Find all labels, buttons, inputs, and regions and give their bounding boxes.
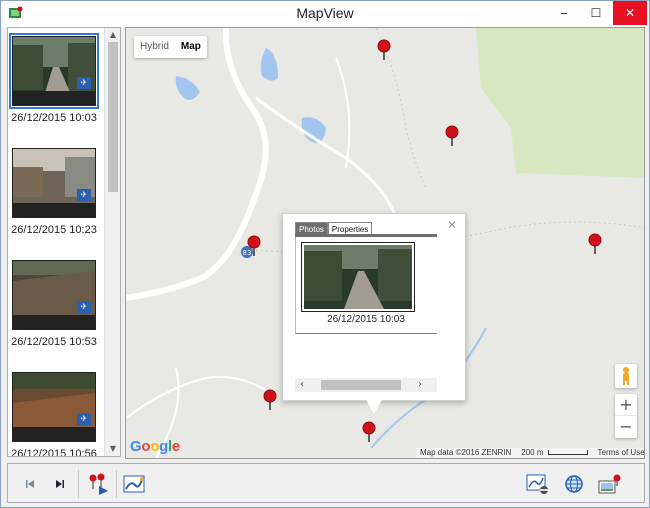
- gps-tag-icon: ✈: [77, 189, 91, 201]
- skip-first-icon: [26, 480, 34, 488]
- export-map-button[interactable]: [598, 472, 622, 496]
- scroll-right-arrow-icon[interactable]: ›: [413, 378, 427, 392]
- route-markers-play-icon: [89, 473, 108, 495]
- globe-icon: [565, 475, 583, 493]
- toolbar-separator: [78, 470, 79, 498]
- google-logo: Google: [130, 438, 180, 455]
- thumbnail-item[interactable]: ✈ 26/12/2015 10:53: [11, 260, 97, 348]
- scroll-up-arrow-icon[interactable]: ▲: [105, 28, 120, 42]
- minimize-button[interactable]: ‒: [549, 1, 579, 25]
- scrollbar-thumb[interactable]: [321, 380, 401, 390]
- bottom-toolbar: [7, 463, 645, 503]
- thumbnail-timestamp: 26/12/2015 10:23: [11, 224, 97, 236]
- mapview-window: MapView ‒ ☐ ✕ ✈ 26/12/2015 10:03 ✈ 26/12…: [0, 0, 650, 508]
- first-photo-button[interactable]: [18, 472, 42, 496]
- gps-tag-icon: ✈: [77, 413, 91, 425]
- title-bar: MapView ‒ ☐ ✕: [1, 1, 649, 27]
- thumbnail-item[interactable]: ✈ 26/12/2015 10:56: [11, 372, 97, 456]
- play-route-button[interactable]: [86, 472, 110, 496]
- popup-horizontal-scrollbar[interactable]: ‹ ›: [295, 378, 437, 392]
- map-wrench-icon: [526, 474, 548, 494]
- scroll-left-arrow-icon[interactable]: ‹: [295, 378, 309, 392]
- thumbnail-item[interactable]: ✈ 26/12/2015 10:23: [11, 148, 97, 236]
- popup-close-icon[interactable]: ✕: [447, 218, 457, 232]
- map-type-hybrid-button[interactable]: Hybrid: [134, 36, 175, 58]
- popup-pointer: [366, 400, 382, 414]
- toolbar-separator: [116, 470, 117, 498]
- thumbnail-list: ✈ 26/12/2015 10:03 ✈ 26/12/2015 10:23 ✈ …: [7, 27, 121, 457]
- maximize-button[interactable]: ☐: [581, 1, 611, 25]
- gps-settings-button[interactable]: [526, 472, 550, 496]
- skip-last-icon: [56, 480, 64, 488]
- thumbnail-timestamp: 26/12/2015 10:03: [11, 112, 97, 124]
- thumbnail-timestamp: 26/12/2015 10:53: [11, 336, 97, 348]
- route-map-icon: [123, 475, 145, 493]
- last-photo-button[interactable]: [48, 472, 72, 496]
- terms-of-use-link[interactable]: Terms of Use: [598, 448, 644, 458]
- gps-tag-icon: ✈: [77, 301, 91, 313]
- photo-thumbnail: ✈: [12, 372, 96, 442]
- map-type-control: Hybrid Map: [134, 36, 207, 58]
- popup-photo-timestamp: 26/12/2015 10:03: [327, 314, 405, 325]
- photo-thumbnail: ✈: [12, 260, 96, 330]
- zoom-control: + −: [615, 394, 637, 438]
- map-scale: 200 m: [521, 448, 588, 458]
- map-type-map-button[interactable]: Map: [175, 36, 207, 58]
- map-data-credit: Map data ©2016 ZENRIN: [420, 448, 512, 457]
- zoom-out-button[interactable]: −: [615, 416, 637, 438]
- map-marker-export-icon: [598, 474, 621, 494]
- gps-tag-icon: ✈: [77, 77, 91, 89]
- scroll-down-arrow-icon[interactable]: ▼: [105, 442, 120, 456]
- street-view-pegman-icon[interactable]: [615, 364, 637, 388]
- thumbnail-scrollbar[interactable]: ▲ ▼: [104, 28, 120, 456]
- close-button[interactable]: ✕: [613, 1, 647, 25]
- popup-photo[interactable]: [301, 242, 415, 312]
- scrollbar-thumb[interactable]: [108, 42, 118, 192]
- photo-thumbnail: ✈: [9, 33, 99, 109]
- photo-info-window: ✕ Photos Properties 26/12/2015 10:03 ‹ ›: [282, 213, 466, 401]
- thumbnail-item[interactable]: ✈ 26/12/2015 10:03: [9, 33, 99, 124]
- route-shield-83: 83: [243, 249, 252, 257]
- map-view[interactable]: 83 Hybrid Map ✕ Photos Properties 26/12/…: [125, 27, 645, 459]
- photo-thumbnail: ✈: [12, 148, 96, 218]
- thumbnail-timestamp: 26/12/2015 10:56: [11, 448, 97, 457]
- route-map-button[interactable]: [122, 472, 146, 496]
- zoom-in-button[interactable]: +: [615, 394, 637, 416]
- online-map-button[interactable]: [562, 472, 586, 496]
- map-attribution: Map data ©2016 ZENRIN 200 m Terms of Use: [416, 448, 644, 458]
